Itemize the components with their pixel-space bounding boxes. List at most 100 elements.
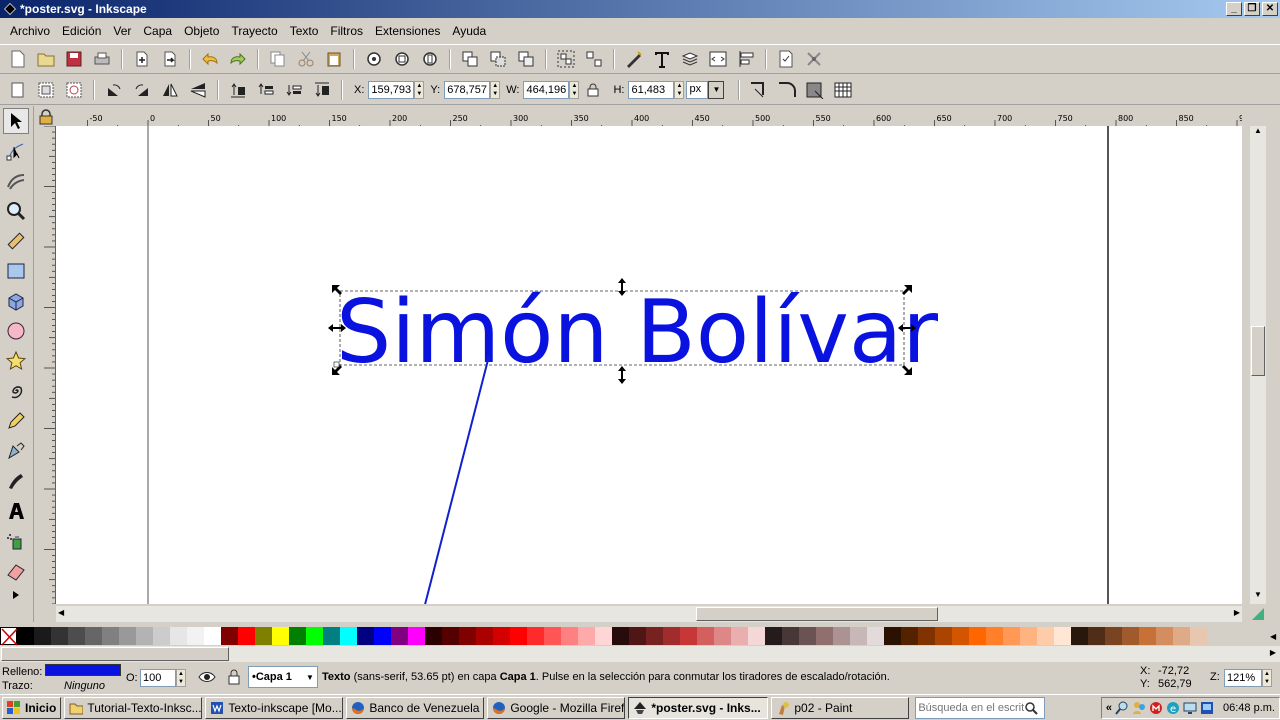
scale-stroke-icon[interactable] xyxy=(748,79,770,101)
menu-ayuda[interactable]: Ayuda xyxy=(446,24,492,38)
palette-swatch[interactable] xyxy=(833,627,850,645)
close-button[interactable]: ✕ xyxy=(1262,2,1278,16)
redo-icon[interactable] xyxy=(227,48,249,70)
horizontal-scrollbar[interactable]: ◀ ▶ xyxy=(56,606,1242,622)
zoom-page-icon[interactable] xyxy=(419,48,441,70)
drawing-canvas[interactable]: Simón Bolívar xyxy=(56,126,1242,604)
palette-swatch[interactable] xyxy=(340,627,357,645)
palette-swatch[interactable] xyxy=(1173,627,1190,645)
horizontal-scroll-thumb[interactable] xyxy=(696,607,938,621)
transform-patterns-icon[interactable] xyxy=(832,79,854,101)
palette-swatch[interactable] xyxy=(459,627,476,645)
palette-swatch[interactable] xyxy=(391,627,408,645)
palette-swatch[interactable] xyxy=(714,627,731,645)
cut-icon[interactable] xyxy=(295,48,317,70)
tray-mail-icon[interactable] xyxy=(1149,701,1163,715)
tweak-tool-icon[interactable] xyxy=(3,168,29,194)
export-icon[interactable] xyxy=(159,48,181,70)
vertical-scrollbar[interactable]: ▲ ▼ xyxy=(1250,126,1266,604)
palette-swatch[interactable] xyxy=(799,627,816,645)
palette-swatch[interactable] xyxy=(1156,627,1173,645)
rotate-ccw-icon[interactable] xyxy=(103,79,125,101)
palette-swatch[interactable] xyxy=(782,627,799,645)
width-input[interactable] xyxy=(523,80,570,99)
lock-ratio-icon[interactable] xyxy=(582,79,604,101)
save-icon[interactable] xyxy=(63,48,85,70)
menu-objeto[interactable]: Objeto xyxy=(178,24,225,38)
palette-swatch[interactable] xyxy=(697,627,714,645)
palette-swatch[interactable] xyxy=(1088,627,1105,645)
palette-swatch[interactable] xyxy=(1003,627,1020,645)
y-stepper[interactable]: ▲ ▼ xyxy=(490,80,501,99)
duplicate-icon[interactable] xyxy=(459,48,481,70)
vertical-scroll-thumb[interactable] xyxy=(1251,326,1265,376)
palette-swatch[interactable] xyxy=(850,627,867,645)
color-manage-icon[interactable] xyxy=(1250,606,1266,622)
palette-swatch[interactable] xyxy=(204,627,221,645)
lower-icon[interactable] xyxy=(283,79,305,101)
palette-swatch[interactable] xyxy=(935,627,952,645)
tray-search-icon[interactable] xyxy=(1115,701,1129,715)
pencil-tool-icon[interactable] xyxy=(3,408,29,434)
opacity-stepper[interactable]: ▲ ▼ xyxy=(176,669,186,687)
taskbar-item-google[interactable]: Google - Mozilla Firefox xyxy=(487,696,626,719)
palette-swatch[interactable] xyxy=(680,627,697,645)
palette-swatch[interactable] xyxy=(629,627,646,645)
palette-swatch[interactable] xyxy=(34,627,51,645)
ungroup-icon[interactable] xyxy=(583,48,605,70)
palette-swatch[interactable] xyxy=(1122,627,1139,645)
palette-scroll-right-icon[interactable]: ▶ xyxy=(1270,648,1276,657)
unit-select[interactable]: px ▼ xyxy=(686,80,725,99)
palette-swatch[interactable] xyxy=(1139,627,1156,645)
palette-swatch[interactable] xyxy=(51,627,68,645)
expand-toolbox-icon[interactable] xyxy=(3,588,29,602)
taskbar-item-word[interactable]: Texto-inkscape [Mo... xyxy=(205,696,344,719)
zoom-stepper[interactable]: ▲ ▼ xyxy=(1262,669,1272,687)
palette-swatch[interactable] xyxy=(255,627,272,645)
layers-icon[interactable] xyxy=(679,48,701,70)
palette-swatch[interactable] xyxy=(408,627,425,645)
transform-gradients-icon[interactable] xyxy=(804,79,826,101)
x-input[interactable] xyxy=(368,80,415,99)
palette-swatch[interactable] xyxy=(1020,627,1037,645)
start-button[interactable]: Inicio xyxy=(2,696,62,719)
palette-swatch[interactable] xyxy=(731,627,748,645)
palette-swatch[interactable] xyxy=(867,627,884,645)
canvas-text-simon-bolivar[interactable]: Simón Bolívar xyxy=(336,281,938,383)
stroke-indicator[interactable]: Ninguno xyxy=(64,680,105,692)
palette-swatch[interactable] xyxy=(221,627,238,645)
tray-users-icon[interactable] xyxy=(1132,701,1146,715)
scroll-up-icon[interactable]: ▲ xyxy=(1250,126,1266,140)
clone-icon[interactable] xyxy=(487,48,509,70)
x-stepper[interactable]: ▲ ▼ xyxy=(414,80,425,99)
palette-swatch[interactable] xyxy=(1190,627,1207,645)
palette-swatch[interactable] xyxy=(170,627,187,645)
palette-swatch[interactable] xyxy=(663,627,680,645)
pen-tool-icon[interactable] xyxy=(3,438,29,464)
palette-swatch[interactable] xyxy=(306,627,323,645)
opacity-input[interactable] xyxy=(140,669,176,687)
palette-swatch[interactable] xyxy=(561,627,578,645)
palette-swatch[interactable] xyxy=(357,627,374,645)
palette-swatch[interactable] xyxy=(544,627,561,645)
palette-swatch[interactable] xyxy=(986,627,1003,645)
palette-swatch[interactable] xyxy=(527,627,544,645)
desktop-search-input[interactable] xyxy=(916,701,1025,714)
rotate-cw-icon[interactable] xyxy=(131,79,153,101)
raise-to-top-icon[interactable] xyxy=(227,79,249,101)
fill-indicator[interactable] xyxy=(45,664,121,676)
paste-icon[interactable] xyxy=(323,48,345,70)
align-icon[interactable] xyxy=(735,48,757,70)
print-icon[interactable] xyxy=(91,48,113,70)
calligraphy-tool-icon[interactable] xyxy=(3,468,29,494)
flip-horizontal-icon[interactable] xyxy=(159,79,181,101)
palette-menu-icon[interactable]: ◀ xyxy=(1270,632,1280,641)
xml-editor-icon[interactable] xyxy=(707,48,729,70)
menu-texto[interactable]: Texto xyxy=(284,24,325,38)
menu-trayecto[interactable]: Trayecto xyxy=(225,24,283,38)
palette-swatch[interactable] xyxy=(187,627,204,645)
palette-swatch[interactable] xyxy=(918,627,935,645)
scale-corners-icon[interactable] xyxy=(776,79,798,101)
measure-tool-icon[interactable] xyxy=(3,228,29,254)
palette-swatch[interactable] xyxy=(969,627,986,645)
